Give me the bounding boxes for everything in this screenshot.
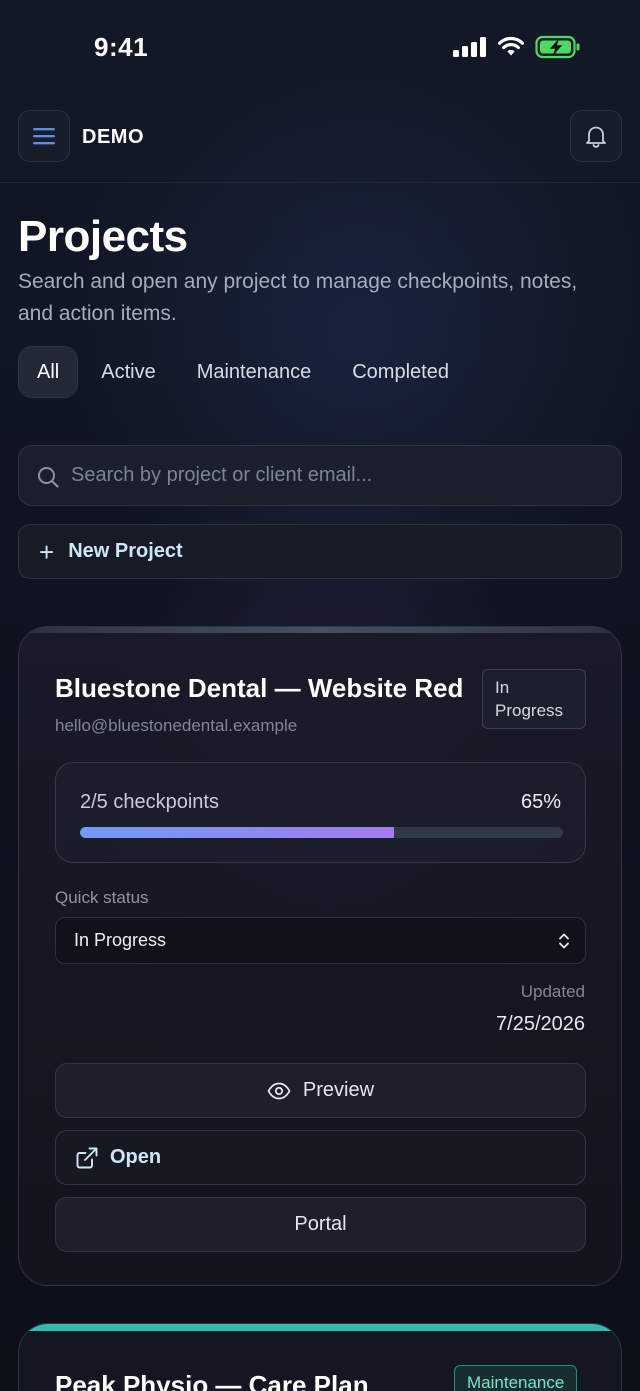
new-project-button[interactable]: + New Project (18, 524, 622, 579)
portal-label: Portal (294, 1213, 347, 1235)
notifications-button[interactable] (570, 110, 622, 162)
tab-active[interactable]: Active (83, 346, 173, 398)
quick-status-label: Quick status (55, 888, 149, 907)
status-bar: 9:41 (0, 0, 640, 92)
quick-status-select[interactable]: In Progress (55, 917, 586, 964)
quick-status-value: In Progress (74, 930, 167, 950)
preview-button[interactable]: Preview (55, 1063, 586, 1118)
filter-tabs: All Active Maintenance Completed (18, 346, 472, 398)
project-client-email: hello@bluestonedental.example (55, 716, 298, 735)
portal-button[interactable]: Portal (55, 1197, 586, 1252)
wifi-icon (498, 36, 524, 56)
open-button[interactable]: Open (55, 1130, 586, 1185)
open-label: Open (110, 1146, 162, 1168)
bell-icon (586, 126, 606, 148)
status-badge: Maintenance (454, 1365, 578, 1391)
app-header: DEMO (0, 92, 640, 183)
project-card: Bluestone Dental — Website Redesign hell… (18, 626, 622, 1286)
cellular-signal-icon (453, 37, 487, 57)
updated-date: 7/25/2026 (496, 1013, 585, 1035)
tab-completed[interactable]: Completed (334, 346, 467, 398)
tab-all[interactable]: All (18, 346, 79, 398)
project-title: Bluestone Dental — Website Redesign (55, 673, 463, 703)
card-accent-bar (19, 627, 621, 633)
new-project-label: New Project (68, 540, 183, 562)
page-subtitle: Search and open any project to manage ch… (18, 270, 578, 325)
updated-label: Updated (520, 982, 585, 1001)
search-input[interactable] (71, 446, 611, 505)
search-box (18, 445, 622, 506)
hamburger-menu-icon (33, 128, 55, 145)
project-card: Peak Physio — Care Plan Maintenance (18, 1323, 622, 1391)
checkpoint-progress: 2/5 checkpoints 65% (55, 762, 586, 863)
preview-label: Preview (302, 1079, 375, 1101)
tab-maintenance[interactable]: Maintenance (179, 346, 330, 398)
status-time: 9:41 (94, 32, 149, 62)
external-link-icon (76, 1147, 98, 1168)
progress-bar-fill (80, 827, 394, 838)
checkpoints-count: 2/5 checkpoints (80, 791, 219, 813)
progress-percent: 65% (520, 791, 561, 813)
card-accent-bar (19, 1324, 621, 1331)
search-icon (38, 467, 59, 488)
brand-name: DEMO (82, 126, 144, 148)
status-badge: In Progress (482, 669, 586, 729)
page-title: Projects (18, 212, 188, 261)
plus-icon: + (39, 536, 55, 567)
eye-icon (267, 1082, 291, 1099)
menu-button[interactable] (18, 110, 70, 162)
progress-bar-track (80, 827, 563, 838)
chevron-up-down-icon (559, 933, 569, 949)
project-title: Peak Physio — Care Plan (55, 1370, 369, 1391)
battery-charging-icon (535, 35, 580, 59)
